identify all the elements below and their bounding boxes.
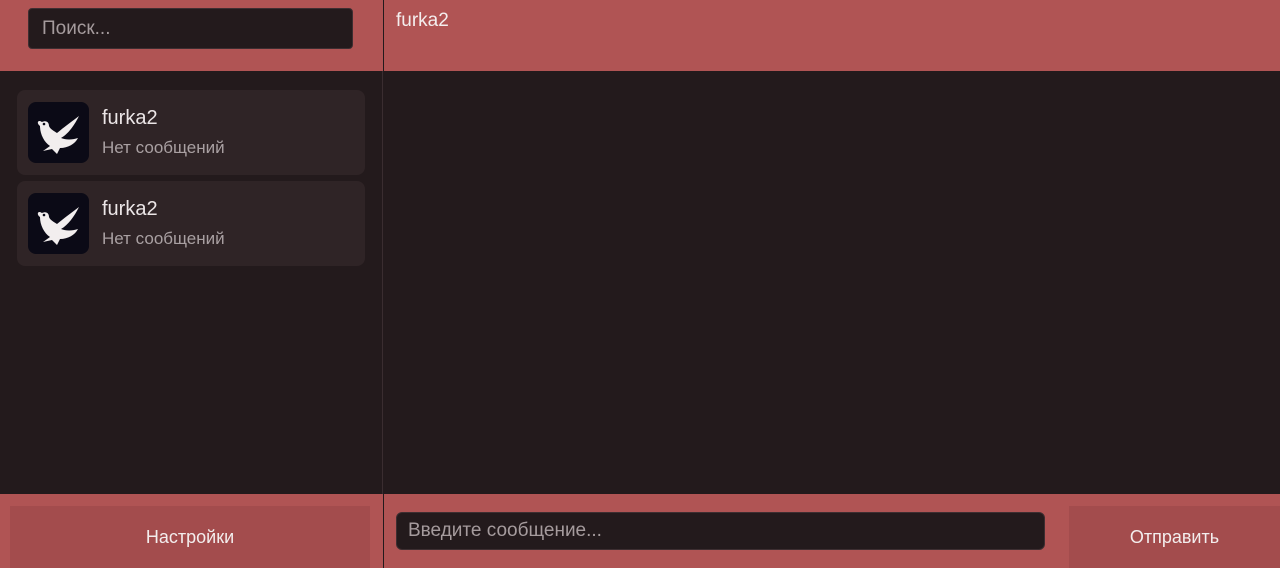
dove-icon	[28, 102, 89, 163]
sidebar-header	[0, 0, 383, 71]
search-input[interactable]	[28, 8, 353, 49]
chat-header: furka2	[384, 0, 1280, 71]
chat-list: furka2 Нет сообщений furka2 Нет сообщени…	[17, 90, 365, 272]
chat-preview: Нет сообщений	[102, 229, 225, 248]
chat-name: furka2	[102, 198, 158, 220]
chat-list-item[interactable]: furka2 Нет сообщений	[17, 181, 365, 266]
send-button[interactable]: Отправить	[1069, 506, 1280, 568]
settings-button[interactable]: Настройки	[10, 506, 370, 568]
message-composer: Отправить	[384, 494, 1280, 568]
chat-title: furka2	[396, 10, 449, 31]
sidebar-footer: Настройки	[0, 494, 383, 568]
chat-name: furka2	[102, 107, 158, 129]
sidebar: furka2 Нет сообщений furka2 Нет сообщени…	[0, 0, 383, 568]
chat-list-item[interactable]: furka2 Нет сообщений	[17, 90, 365, 175]
dove-icon	[28, 193, 89, 254]
message-input[interactable]	[396, 512, 1045, 550]
message-area[interactable]	[384, 71, 1280, 494]
chat-preview: Нет сообщений	[102, 138, 225, 157]
chat-panel: furka2 Отправить	[384, 0, 1280, 568]
